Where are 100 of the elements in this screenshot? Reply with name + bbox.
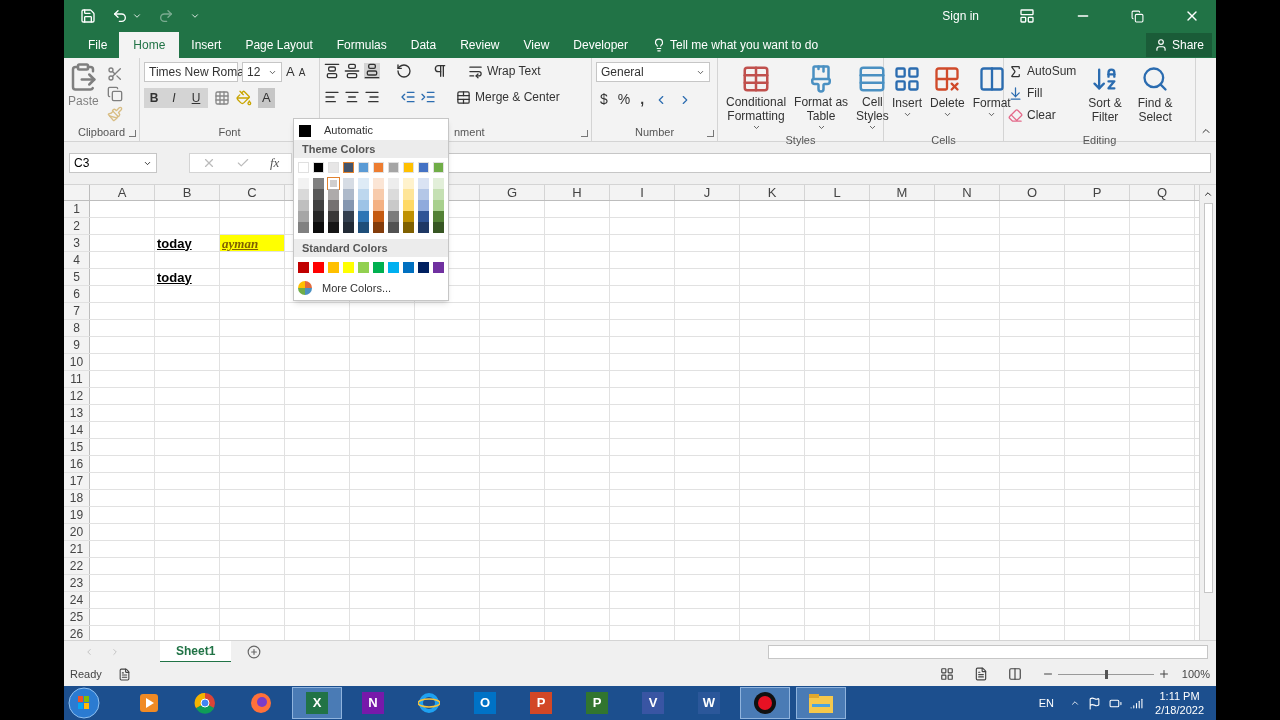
color-swatch[interactable] <box>403 211 414 222</box>
color-swatch[interactable] <box>403 262 414 273</box>
color-swatch[interactable] <box>433 262 444 273</box>
row-header[interactable]: 14 <box>64 422 90 438</box>
scissors-icon[interactable] <box>106 66 123 82</box>
fill-color-icon[interactable] <box>236 90 252 106</box>
brush-icon[interactable] <box>106 106 123 122</box>
color-swatch[interactable] <box>418 262 429 273</box>
align-right-icon[interactable] <box>364 89 380 105</box>
color-swatch[interactable] <box>388 222 399 233</box>
color-swatch[interactable] <box>343 189 354 200</box>
color-swatch[interactable] <box>433 211 444 222</box>
taskbar-app-button[interactable]: N <box>348 687 398 719</box>
ribbon-tab[interactable]: Data <box>398 32 449 58</box>
row-header[interactable]: 12 <box>64 388 90 404</box>
column-header[interactable]: Q <box>1130 185 1195 200</box>
page-layout-icon[interactable] <box>973 667 988 681</box>
save-icon[interactable] <box>80 8 96 24</box>
share-button[interactable]: Share <box>1145 33 1212 57</box>
grow-font-button[interactable]: A <box>286 62 295 82</box>
customize-icon[interactable] <box>190 11 200 21</box>
more-colors-option[interactable]: More Colors... <box>294 278 448 298</box>
column-header[interactable]: K <box>740 185 805 200</box>
zoom-in-icon[interactable] <box>1157 668 1170 680</box>
column-header[interactable]: P <box>1065 185 1130 200</box>
enter-icon[interactable] <box>236 156 250 170</box>
color-swatch[interactable] <box>328 211 339 222</box>
flag-icon[interactable] <box>1088 696 1102 710</box>
tray-expand-icon[interactable] <box>1070 698 1081 708</box>
taskbar-app-button[interactable]: P <box>516 687 566 719</box>
color-swatch[interactable] <box>298 189 309 200</box>
taskbar-app-button[interactable]: V <box>628 687 678 719</box>
ribbon-tab[interactable]: Formulas <box>324 32 399 58</box>
sort-filter-button[interactable]: Sort & Filter <box>1084 62 1126 132</box>
color-swatch[interactable] <box>298 222 309 233</box>
styles-button[interactable]: Conditional Formatting <box>722 62 791 132</box>
column-header[interactable]: C <box>220 185 285 200</box>
percent-button[interactable]: % <box>617 89 631 110</box>
number-format-field[interactable]: General <box>596 62 710 82</box>
ribbon-display-icon[interactable] <box>1019 8 1035 24</box>
copy-icon[interactable] <box>106 86 123 102</box>
row-header[interactable]: 18 <box>64 490 90 506</box>
color-swatch[interactable] <box>403 222 414 233</box>
column-header[interactable]: B <box>155 185 220 200</box>
color-swatch[interactable] <box>403 200 414 211</box>
column-header[interactable]: L <box>805 185 870 200</box>
color-swatch[interactable] <box>418 200 429 211</box>
row-header[interactable]: 23 <box>64 575 90 591</box>
ribbon-tab[interactable]: Insert <box>179 32 234 58</box>
color-swatch[interactable] <box>433 189 444 200</box>
page-break-icon[interactable] <box>1007 667 1022 681</box>
color-swatch[interactable] <box>418 222 429 233</box>
row-header[interactable]: 6 <box>64 286 90 302</box>
align-bottom-icon[interactable] <box>364 63 380 79</box>
row-header[interactable]: 16 <box>64 456 90 472</box>
cancel-icon[interactable] <box>202 156 216 170</box>
find-select-button[interactable]: Find & Select <box>1133 62 1177 132</box>
color-swatch[interactable] <box>343 162 354 173</box>
increase-indent-icon[interactable] <box>420 89 436 105</box>
color-swatch[interactable] <box>418 189 429 200</box>
ribbon-tab[interactable]: Review <box>448 32 512 58</box>
font-color-button[interactable]: A <box>258 88 275 108</box>
row-header[interactable]: 11 <box>64 371 90 387</box>
color-swatch[interactable] <box>298 178 309 189</box>
color-swatch[interactable] <box>418 211 429 222</box>
underline-button[interactable]: U <box>184 88 208 108</box>
bold-button[interactable]: B <box>144 88 164 108</box>
column-header[interactable]: M <box>870 185 935 200</box>
taskbar-app-button[interactable]: P <box>572 687 622 719</box>
taskbar-app-button[interactable]: O <box>460 687 510 719</box>
row-header[interactable]: 17 <box>64 473 90 489</box>
color-swatch[interactable] <box>358 189 369 200</box>
color-swatch[interactable] <box>298 211 309 222</box>
color-swatch[interactable] <box>313 178 324 189</box>
ribbon-tab[interactable]: Developer <box>561 32 640 58</box>
merge-center-button[interactable]: Merge & Center <box>456 88 560 106</box>
column-header[interactable]: A <box>90 185 155 200</box>
currency-button[interactable]: $ <box>600 89 608 110</box>
comma-button[interactable]: , <box>640 89 645 110</box>
color-swatch[interactable] <box>373 211 384 222</box>
color-swatch[interactable] <box>403 178 414 189</box>
row-header[interactable]: 19 <box>64 507 90 523</box>
column-header[interactable]: G <box>480 185 545 200</box>
row-header[interactable]: 22 <box>64 558 90 574</box>
color-swatch[interactable] <box>388 189 399 200</box>
text-direction-icon[interactable] <box>432 63 448 79</box>
color-swatch[interactable] <box>298 200 309 211</box>
row-header[interactable]: 3 <box>64 235 90 251</box>
column-header[interactable]: N <box>935 185 1000 200</box>
color-swatch[interactable] <box>313 189 324 200</box>
ribbon-tab[interactable]: Page Layout <box>233 32 325 58</box>
column-header[interactable]: O <box>1000 185 1065 200</box>
cells-button[interactable]: Delete <box>926 62 969 132</box>
orientation-icon[interactable] <box>396 63 412 79</box>
color-swatch[interactable] <box>343 178 354 189</box>
color-swatch[interactable] <box>298 262 309 273</box>
color-swatch[interactable] <box>433 200 444 211</box>
undo-icon[interactable] <box>112 8 128 24</box>
scroll-up-icon[interactable] <box>1203 189 1213 199</box>
color-swatch[interactable] <box>388 200 399 211</box>
